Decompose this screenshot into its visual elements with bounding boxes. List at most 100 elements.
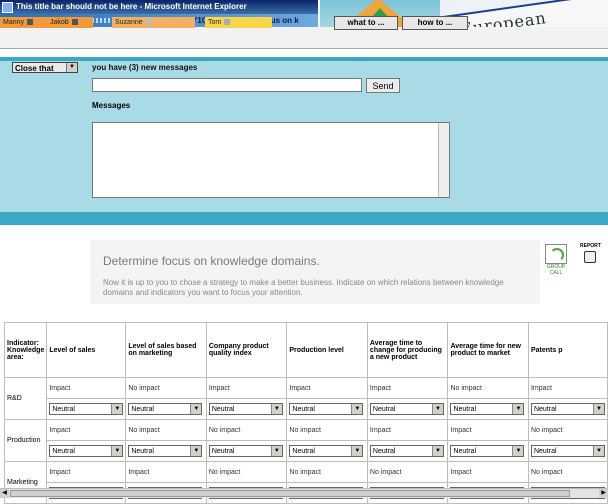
focus-select-value: Neutral xyxy=(292,406,315,413)
chevron-down-icon: ▼ xyxy=(111,404,123,414)
send-button[interactable]: Send xyxy=(366,78,400,93)
messages-scrollbar[interactable] xyxy=(438,123,449,197)
impact-value: No impact xyxy=(286,461,368,483)
focus-select-value: Neutral xyxy=(453,448,477,455)
chevron-down-icon: ▼ xyxy=(512,404,524,414)
user-icon xyxy=(71,19,78,26)
column-header: Production level xyxy=(286,322,368,378)
impact-value: No impact xyxy=(527,461,608,483)
focus-select[interactable]: Neutral ▼ xyxy=(450,403,525,415)
focus-select[interactable]: Neutral ▼ xyxy=(208,403,283,415)
chevron-down-icon: ▼ xyxy=(190,446,202,456)
select-cell: Neutral ▼ xyxy=(205,440,288,462)
select-cell: Neutral ▼ xyxy=(447,398,529,420)
select-cell: Neutral ▼ xyxy=(286,398,368,420)
table-header-row: Indicator: Knowledge area: Level of sale… xyxy=(3,322,608,378)
focus-select[interactable]: Neutral ▼ xyxy=(128,403,203,415)
focus-select[interactable]: Neutral ▼ xyxy=(369,445,444,457)
select-cell: Neutral ▼ xyxy=(447,440,529,462)
column-header: Patents p xyxy=(527,322,608,378)
impact-value: Impact xyxy=(447,419,529,441)
impact-value: Impact xyxy=(46,419,127,441)
divider-band xyxy=(0,212,608,225)
select-cell: Neutral ▼ xyxy=(46,398,127,420)
select-cell: Neutral ▼ xyxy=(125,398,207,420)
user-icon xyxy=(145,19,152,26)
focus-select-value: Neutral xyxy=(453,406,477,413)
what-to-button[interactable]: what to ... xyxy=(334,16,398,30)
group-call-label: GROUP CALL xyxy=(546,264,566,276)
group-call-icon[interactable] xyxy=(545,244,567,264)
tab-manny[interactable]: Manny xyxy=(0,17,47,28)
chevron-down-icon: ▼ xyxy=(512,446,524,456)
user-tabs-bar xyxy=(0,27,608,49)
impact-value: Impact xyxy=(447,461,529,483)
new-messages-label: you have (3) new messages xyxy=(92,63,198,72)
impact-value: Impact xyxy=(366,419,449,441)
column-header: Average time to change for producing a n… xyxy=(366,322,449,378)
focus-select[interactable]: Neutral ▼ xyxy=(450,445,525,457)
focus-select[interactable]: Neutral ▼ xyxy=(49,445,124,457)
info-text: Now it is up to you to chose a strategy … xyxy=(103,278,504,297)
report-label: REPORT xyxy=(580,243,601,249)
focus-select[interactable]: Neutral ▼ xyxy=(49,403,124,415)
tab-tom[interactable]: Tom xyxy=(205,17,272,28)
scrollbar-thumb[interactable] xyxy=(10,490,570,497)
chevron-down-icon: ▼ xyxy=(190,404,202,414)
messages-label: Messages xyxy=(92,101,131,110)
focus-select-value: Neutral xyxy=(533,448,557,455)
chevron-down-icon: ▼ xyxy=(270,404,282,414)
select-cell: Neutral ▼ xyxy=(286,440,368,462)
window-title: This title bar should not be here - Micr… xyxy=(16,2,247,11)
focus-select[interactable]: Neutral ▼ xyxy=(128,445,203,457)
focus-select[interactable]: Neutral ▼ xyxy=(208,445,283,457)
select-cell: Neutral ▼ xyxy=(205,398,288,420)
knowledge-area-label: R&D xyxy=(3,377,48,420)
focus-select[interactable]: Neutral ▼ xyxy=(530,445,605,457)
impact-value: Impact xyxy=(286,377,368,399)
how-to-button[interactable]: how to ... xyxy=(402,16,468,30)
user-icon xyxy=(27,19,34,26)
impact-value: Impact xyxy=(366,377,449,399)
tab-jakob[interactable]: Jakob xyxy=(47,17,93,28)
focus-select-value: Neutral xyxy=(211,406,235,413)
focus-select-value: Neutral xyxy=(52,406,75,413)
column-header: Level of sales based on marketing xyxy=(125,322,207,378)
focus-select[interactable]: Neutral ▼ xyxy=(289,445,364,457)
table-row: Marketing Impact Impact No impact No impact N… xyxy=(3,461,608,504)
impact-value: No impact xyxy=(286,419,368,441)
impact-value: Impact xyxy=(46,377,127,399)
chevron-down-icon: ▼ xyxy=(351,446,363,456)
impact-value: Impact xyxy=(527,377,608,399)
focus-select-value: Neutral xyxy=(533,406,557,413)
tab-suzanne[interactable]: Suzanne xyxy=(112,17,195,28)
user-icon xyxy=(224,19,231,26)
focus-select-value: Neutral xyxy=(372,406,396,413)
message-input[interactable] xyxy=(92,78,362,92)
impact-value: No impact xyxy=(125,377,207,399)
impact-value: No impact xyxy=(527,419,608,441)
impact-value: Impact xyxy=(46,461,127,483)
focus-select-value: Neutral xyxy=(131,406,154,413)
impact-value: No impact xyxy=(205,419,288,441)
report-icon[interactable]: REPORT xyxy=(580,243,601,265)
focus-select[interactable]: Neutral ▼ xyxy=(530,403,605,415)
table-row: Neutral ▼ Neutral ▼ Neutral ▼ Neutral ▼ Neutral ▼… xyxy=(5,440,608,462)
chevron-down-icon: ▼ xyxy=(351,404,363,414)
impact-value: Impact xyxy=(125,461,207,483)
ie-icon xyxy=(2,2,13,13)
select-cell: Neutral ▼ xyxy=(46,440,127,462)
close-that-dropdown[interactable]: Close that ▼ xyxy=(12,62,78,73)
table-row: Production Impact No impact No impact No imp… xyxy=(3,419,608,462)
focus-select[interactable]: Neutral ▼ xyxy=(369,403,444,415)
select-cell: Neutral ▼ xyxy=(125,440,207,462)
focus-select[interactable]: Neutral ▼ xyxy=(289,403,364,415)
table-row: R&D Impact No impact Impact Impact Impact No i… xyxy=(3,377,608,420)
column-header: Level of sales xyxy=(46,322,127,378)
chevron-down-icon: ▼ xyxy=(592,404,604,414)
indicator-table: Indicator: Knowledge area: Level of sale… xyxy=(3,322,608,504)
focus-select-value: Neutral xyxy=(131,448,154,455)
chevron-down-icon: ▼ xyxy=(270,446,282,456)
impact-value: Impact xyxy=(205,377,288,399)
messages-area[interactable] xyxy=(92,122,450,198)
